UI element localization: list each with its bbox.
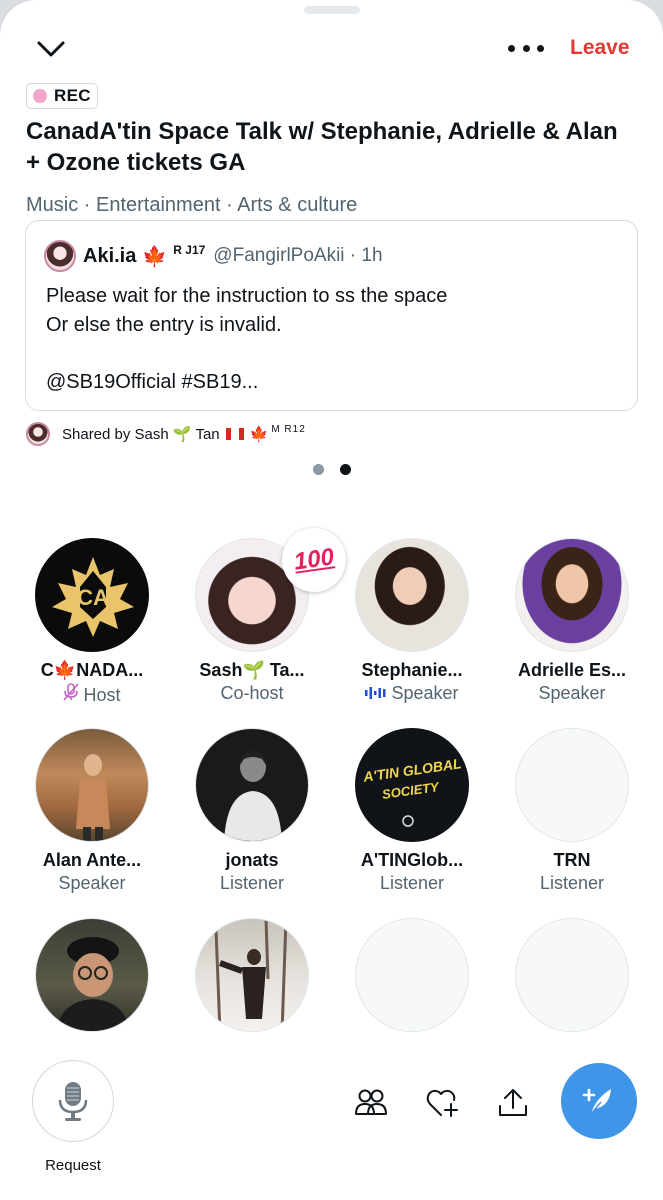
pager-dot-active[interactable] bbox=[340, 464, 351, 475]
participant-listener[interactable]: A'TIN GLOBAL SOCIETY A'TINGlob... Listen… bbox=[332, 728, 492, 895]
tweet-line bbox=[46, 340, 447, 368]
participant-avatar bbox=[355, 538, 469, 652]
participant-name: jonats bbox=[225, 850, 279, 870]
participant-name: C🍁NADA... bbox=[40, 660, 144, 680]
maple-leaf-icon: 🍁 bbox=[53, 660, 77, 680]
canada-flag-icon bbox=[225, 428, 244, 440]
participant-role: Listener bbox=[219, 873, 285, 893]
participant-name: Adrielle Es... bbox=[517, 660, 627, 680]
participant-listener[interactable] bbox=[172, 918, 332, 1032]
tweet-author-name: Aki.ia bbox=[83, 244, 137, 267]
participant-listener[interactable]: TRN Listener bbox=[492, 728, 652, 895]
participant-avatar bbox=[35, 918, 149, 1032]
participant-avatar bbox=[515, 538, 629, 652]
participant-avatar: A'TIN GLOBAL SOCIETY bbox=[355, 728, 469, 842]
participant-name: Sash🌱 Ta... bbox=[199, 660, 305, 680]
sheet-grabber[interactable] bbox=[303, 6, 360, 14]
canada-atin-logo-icon: CA bbox=[52, 557, 134, 637]
pinned-tweet-card[interactable]: Aki.ia 🍁 R J17 @FangirlPoAkii · 1h Pleas… bbox=[25, 220, 638, 411]
participant-role: Listener bbox=[379, 873, 445, 893]
participant-name: Alan Ante... bbox=[42, 850, 142, 870]
space-topics: Music · Entertainment · Arts & culture bbox=[26, 194, 358, 216]
space-sheet: Leave REC CanadA'tin Space Talk w/ Steph… bbox=[0, 0, 663, 1200]
participant-name: Stephanie... bbox=[361, 660, 463, 680]
participant-speaker[interactable]: Stephanie... Speaker bbox=[332, 538, 492, 705]
space-title: CanadA'tin Space Talk w/ Stephanie, Adri… bbox=[26, 118, 618, 176]
participant-avatar-empty bbox=[355, 918, 469, 1032]
bottom-toolbar: Request bbox=[0, 1050, 663, 1200]
svg-text:CA: CA bbox=[77, 585, 109, 610]
feather-compose-icon bbox=[582, 1088, 611, 1115]
request-label: Request bbox=[45, 1157, 101, 1174]
heart-plus-icon[interactable] bbox=[425, 1086, 459, 1120]
participant-avatar-empty bbox=[515, 918, 629, 1032]
sprout-icon: 🌱 bbox=[172, 426, 192, 443]
microphone-icon bbox=[58, 1082, 88, 1121]
participant-placeholder bbox=[492, 918, 652, 1032]
recording-dot-icon bbox=[33, 89, 47, 103]
participant-speaker[interactable]: Alan Ante... Speaker bbox=[12, 728, 172, 895]
participant-role: Co-host bbox=[220, 683, 284, 703]
participant-placeholder bbox=[332, 918, 492, 1032]
tweet-line: @SB19Official #SB19... bbox=[46, 371, 259, 393]
participant-host[interactable]: CA C🍁NADA... Host bbox=[12, 538, 172, 705]
participant-avatar-empty bbox=[515, 728, 629, 842]
more-options-button[interactable] bbox=[508, 36, 544, 60]
participant-listener[interactable] bbox=[12, 918, 172, 1032]
participant-listener[interactable]: jonats Listener bbox=[172, 728, 332, 895]
carousel-pager bbox=[313, 464, 351, 475]
participant-speaker[interactable]: Adrielle Es... Speaker bbox=[492, 538, 652, 705]
speaking-wave-icon bbox=[365, 686, 387, 702]
shared-by-suffix: Tan bbox=[195, 425, 220, 443]
participant-name: A'TINGlob... bbox=[360, 850, 464, 870]
maple-leaf-icon: 🍁 bbox=[142, 245, 168, 268]
atin-global-society-logo-icon: A'TIN GLOBAL SOCIETY bbox=[356, 729, 468, 841]
participant-role: Speaker bbox=[332, 683, 492, 705]
dot-icon bbox=[537, 44, 544, 52]
tweet-author-handle: @FangirlPoAkii · 1h bbox=[213, 245, 383, 266]
dot-icon bbox=[508, 44, 515, 52]
tweet-header: Aki.ia 🍁 R J17 @FangirlPoAkii · 1h bbox=[44, 239, 383, 273]
tweet-body: Please wait for the instruction to ss th… bbox=[46, 282, 447, 397]
tweet-line: Please wait for the instruction to ss th… bbox=[46, 285, 448, 307]
participant-role: Host bbox=[12, 683, 172, 705]
tweet-author-avatar[interactable] bbox=[44, 240, 76, 272]
request-button[interactable] bbox=[32, 1060, 114, 1142]
shared-by-row: Shared by Sash 🌱 Tan 🍁 M R12 bbox=[26, 422, 306, 446]
compose-tweet-button[interactable] bbox=[561, 1063, 637, 1139]
top-bar: Leave bbox=[0, 30, 663, 70]
muted-mic-icon bbox=[63, 683, 80, 706]
sharer-superscript: M R12 bbox=[271, 423, 306, 435]
participant-avatar bbox=[35, 728, 149, 842]
maple-leaf-icon: 🍁 bbox=[249, 426, 269, 443]
shared-by-text: Shared by Sash bbox=[62, 425, 169, 443]
pager-dot[interactable] bbox=[313, 464, 324, 475]
sprout-icon: 🌱 bbox=[242, 660, 265, 680]
participant-cohost[interactable]: 100 Sash🌱 Ta... Co-host bbox=[172, 523, 351, 705]
participant-role: Speaker bbox=[538, 683, 606, 703]
tweet-author-superscript: R J17 bbox=[173, 243, 206, 257]
share-upload-icon[interactable] bbox=[496, 1086, 530, 1120]
participant-role: Listener bbox=[539, 873, 605, 893]
recording-badge: REC bbox=[26, 83, 98, 109]
sharer-avatar[interactable] bbox=[26, 422, 50, 446]
dot-icon bbox=[522, 44, 530, 52]
leave-button[interactable]: Leave bbox=[570, 36, 630, 60]
people-icon[interactable] bbox=[354, 1086, 388, 1120]
participant-avatar bbox=[195, 918, 309, 1032]
recording-label: REC bbox=[54, 86, 91, 105]
chevron-down-icon[interactable] bbox=[34, 34, 68, 64]
participant-role: Speaker bbox=[58, 873, 126, 893]
tweet-line: Or else the entry is invalid. bbox=[46, 314, 282, 336]
participant-avatar: CA bbox=[35, 538, 149, 652]
participant-name: TRN bbox=[553, 850, 591, 870]
participant-avatar bbox=[195, 728, 309, 842]
